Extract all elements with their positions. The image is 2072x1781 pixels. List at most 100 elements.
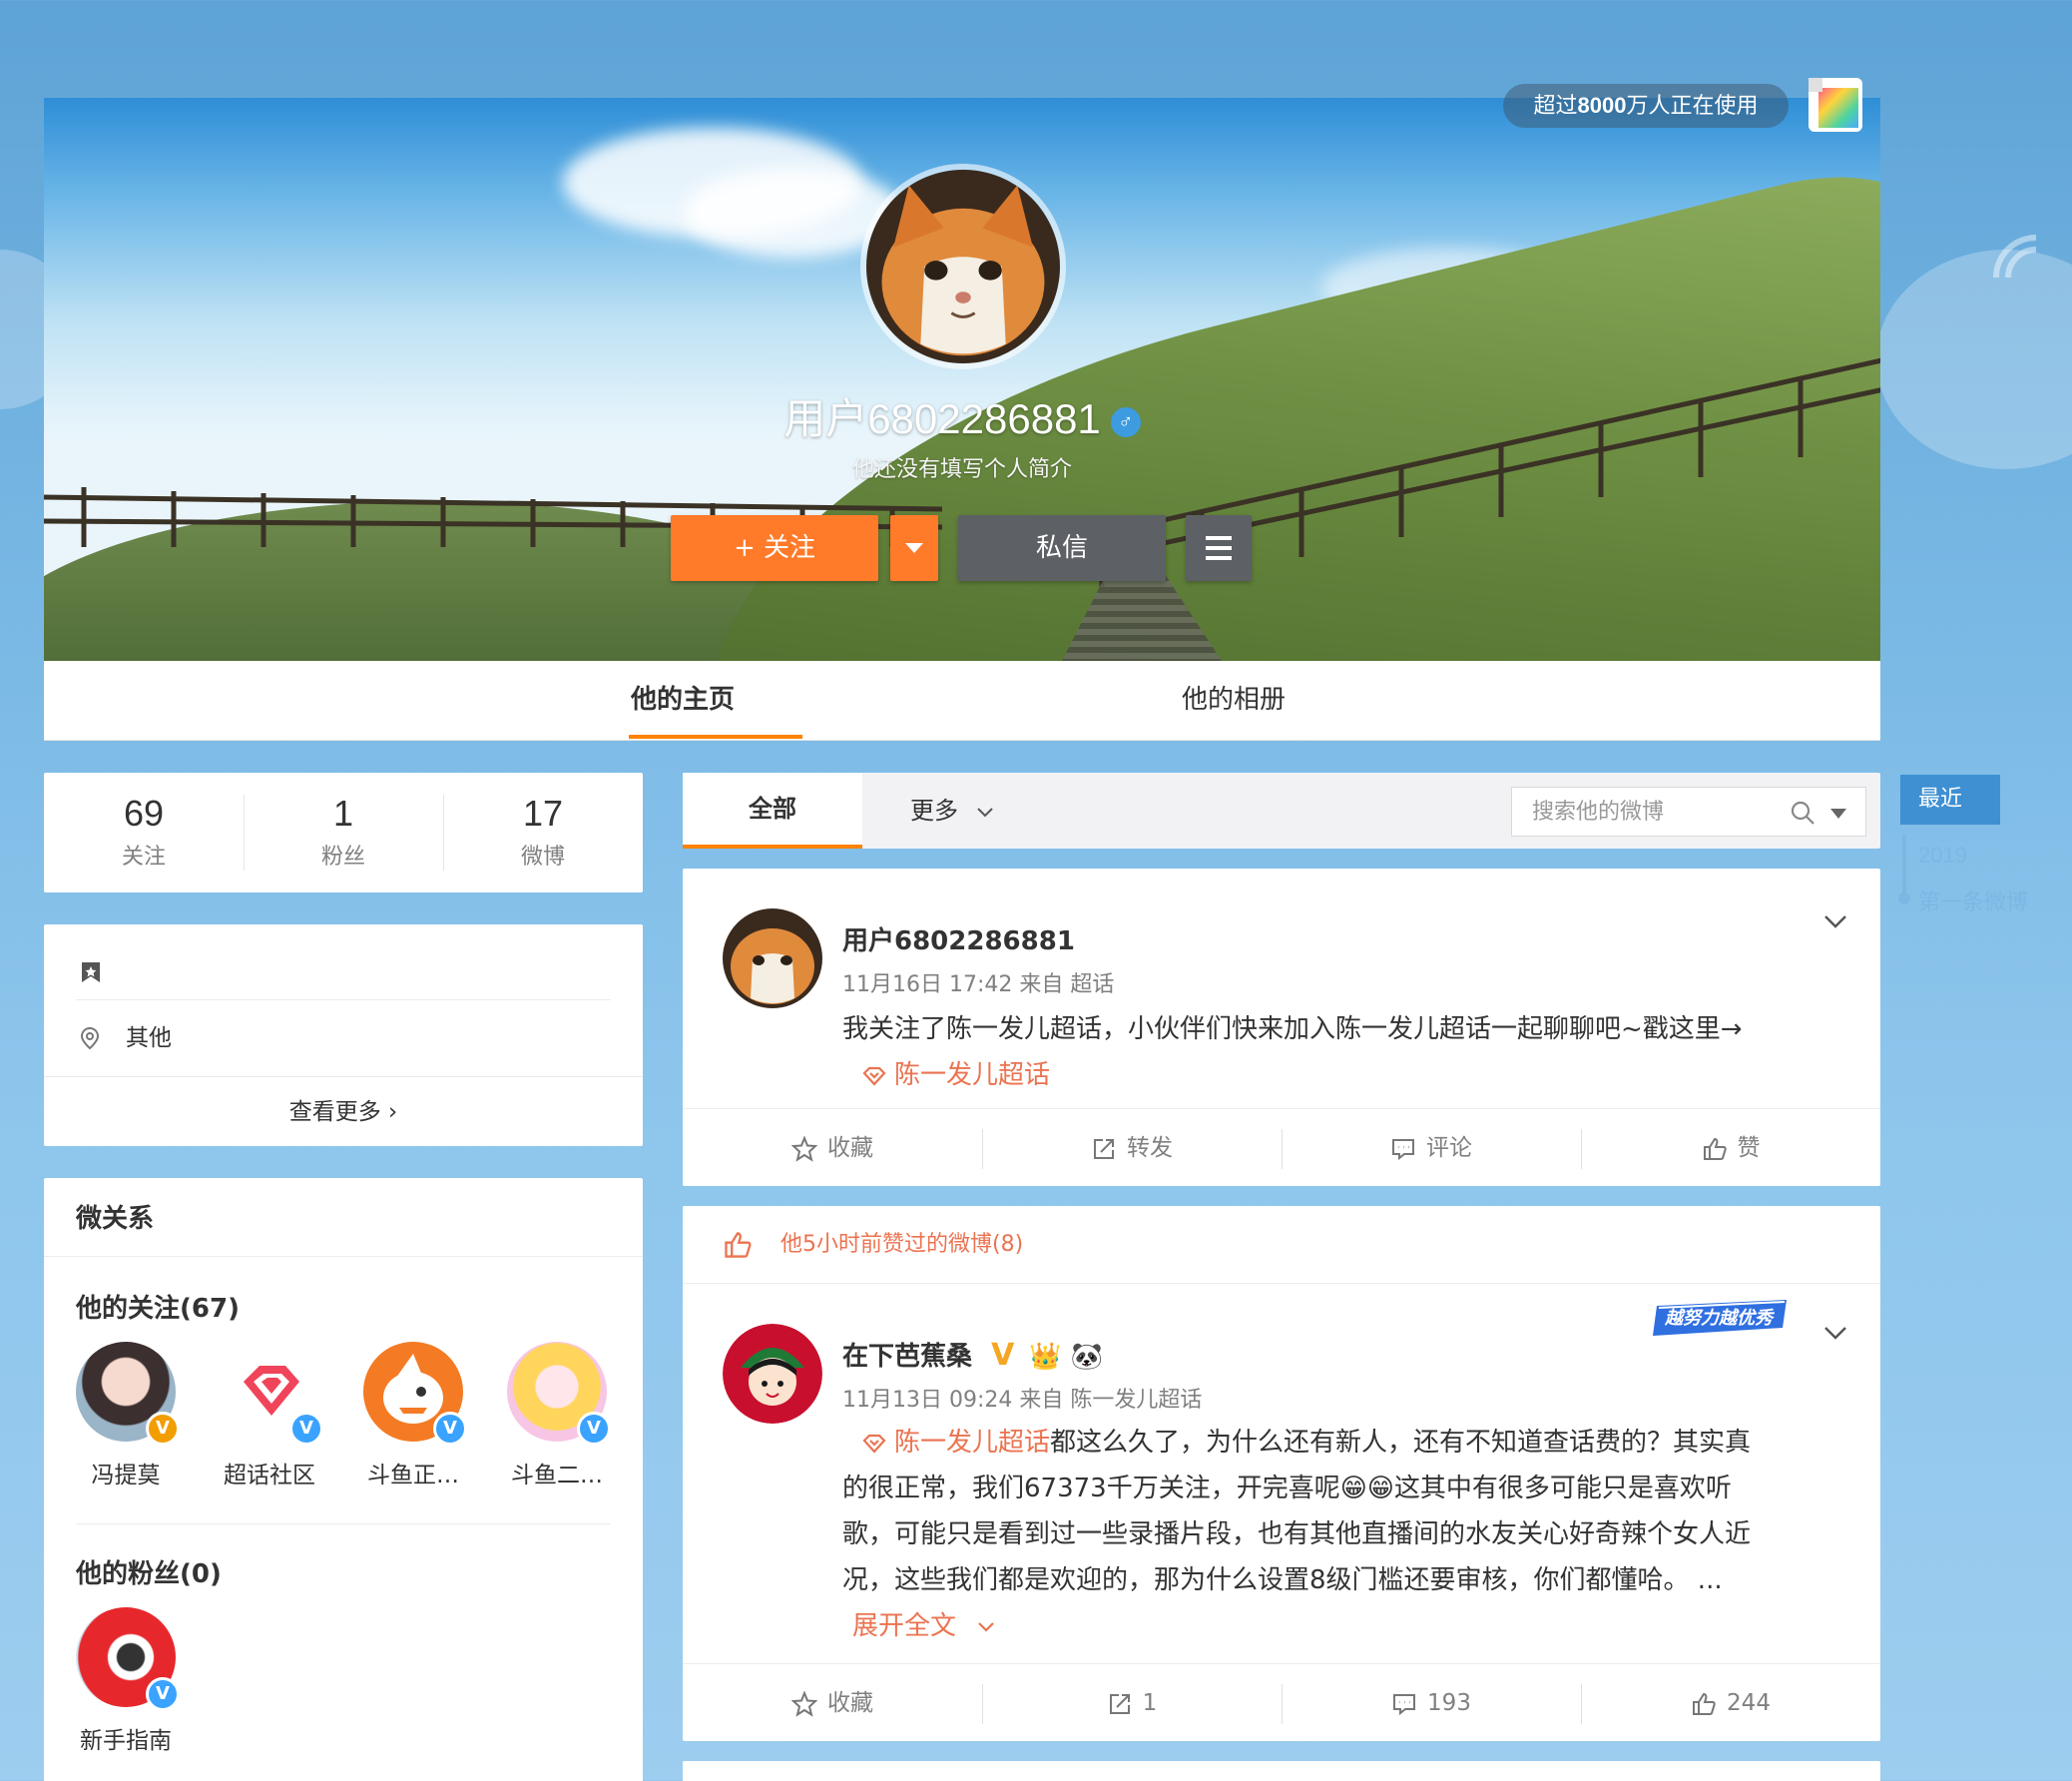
feed-tab-more[interactable]: 更多 — [910, 773, 994, 849]
timeline-first-post[interactable]: 第一条微博 — [1918, 885, 2028, 916]
relations-card: 微关系 他的关注(67) V 冯提莫 V 超话社区 V 斗鱼正… V 斗鱼二… … — [44, 1178, 643, 1781]
panda-icon: 🐼 — [1070, 1342, 1104, 1372]
expand-label: 展开全文 — [852, 1611, 957, 1641]
active-tab-indicator — [629, 735, 802, 739]
stat-following[interactable]: 69 关注 — [44, 793, 244, 871]
male-gender-icon: ♂ — [1110, 406, 1141, 437]
feed-tabs: 全部 更多 — [683, 773, 1880, 849]
thumbs-up-icon — [1693, 1692, 1716, 1715]
following-item[interactable]: V 冯提莫 — [56, 1342, 196, 1489]
search-dropdown-icon[interactable] — [1829, 808, 1847, 820]
verified-badge-icon: V — [577, 1412, 611, 1446]
liked-banner-text[interactable]: 他5小时前赞过的微博(8) — [780, 1206, 1023, 1284]
like-button[interactable]: 赞 — [1581, 1109, 1880, 1187]
expand-full-text-link[interactable]: 展开全文 — [842, 1603, 1840, 1649]
favorite-button[interactable]: 收藏 — [683, 1664, 982, 1742]
post-author[interactable]: 用户6802286881 — [842, 920, 1075, 957]
cartoon-avatar-image — [723, 1324, 822, 1424]
post-text-line: 我关注了陈一发儿超话，小伙伴们快来加入陈一发儿超话一起聊聊吧~戳这里→ — [842, 1014, 1743, 1044]
cat-avatar-image — [866, 170, 1060, 363]
tab-album[interactable]: 他的相册 — [1182, 661, 1286, 741]
chevron-down-icon[interactable] — [1820, 906, 1850, 936]
profile-avatar[interactable] — [860, 164, 1066, 369]
comment-button[interactable]: 评论 — [1282, 1109, 1581, 1187]
search-input[interactable] — [1512, 788, 1772, 836]
verified-v-icon: V — [991, 1338, 1015, 1373]
info-row-level — [76, 944, 611, 1000]
message-button[interactable]: 私信 — [958, 515, 1166, 581]
bookmark-badge-icon — [82, 962, 100, 982]
follow-button[interactable]: + 关注 — [671, 515, 878, 581]
favorite-button[interactable]: 收藏 — [683, 1109, 982, 1187]
timeline-year[interactable]: 2019 — [1918, 843, 1967, 869]
verified-badge-icon: V — [146, 1412, 180, 1446]
stat-label: 微博 — [520, 845, 565, 870]
avatar: V — [507, 1342, 611, 1446]
tab-home[interactable]: 他的主页 — [631, 661, 735, 741]
stats-card: 69 关注 1 粉丝 17 微博 — [44, 773, 643, 892]
repost-button[interactable]: 1 — [982, 1664, 1282, 1742]
timeline-recent[interactable]: 最近 — [1900, 775, 2000, 825]
view-more-link[interactable]: 查看更多 › — [44, 1076, 643, 1146]
post-text-line: 歌，可能只是看到过一些录播片段，也有其他直播间的水友关心好奇辣个女人近 — [842, 1519, 1752, 1549]
super-topic-link[interactable]: 陈一发儿超话 — [842, 1052, 1840, 1098]
liked-banner: 他5小时前赞过的微博(8) — [683, 1206, 1880, 1284]
menu-button[interactable] — [1186, 515, 1252, 581]
timeline-dot — [1898, 892, 1910, 904]
post-author-name: 在下芭蕉桑 — [842, 1342, 973, 1372]
thumbs-up-icon — [725, 1232, 752, 1258]
post-actions: 收藏 转发 评论 赞 — [683, 1108, 1880, 1186]
post-actions: 收藏 1 193 244 — [683, 1663, 1880, 1741]
super-topic-link[interactable]: 陈一发儿超话 — [860, 1428, 1050, 1458]
stat-posts[interactable]: 17 微博 — [443, 793, 643, 871]
comment-label: 评论 — [1426, 1135, 1472, 1161]
follow-dropdown-button[interactable] — [890, 515, 938, 581]
info-card: 其他 查看更多 › — [44, 924, 643, 1146]
post-text: 我关注了陈一发儿超话，小伙伴们快来加入陈一发儿超话一起聊聊吧~戳这里→ 陈一发儿… — [842, 1006, 1840, 1098]
search-icon[interactable] — [1790, 800, 1815, 826]
crown-icon: 👑 — [1029, 1342, 1062, 1372]
super-topic-label: 陈一发儿超话 — [894, 1060, 1051, 1090]
post-avatar[interactable] — [723, 1324, 822, 1424]
following-name: 斗鱼正… — [367, 1463, 459, 1488]
super-topic-icon — [862, 1434, 886, 1454]
super-topic-icon — [862, 1066, 886, 1086]
fan-item[interactable]: V 新手指南 — [56, 1607, 196, 1755]
following-title[interactable]: 他的关注(67) — [76, 1288, 240, 1325]
cat-avatar-image — [723, 908, 822, 1008]
post-avatar[interactable] — [723, 908, 822, 1008]
chevron-down-icon[interactable] — [1820, 1318, 1850, 1348]
feed-tab-more-label: 更多 — [910, 797, 958, 825]
feed-tab-all[interactable]: 全部 — [683, 773, 862, 849]
post-meta: 11月13日 09:24 来自 陈一发儿超话 — [842, 1388, 1203, 1413]
post-text-line: 陈一发儿超话都这么久了，为什么还有新人，还有不知道查话费的？其实真 — [842, 1420, 1840, 1466]
avatar: V — [76, 1607, 180, 1711]
timeline-line — [1902, 835, 1906, 894]
following-item[interactable]: V 斗鱼正… — [343, 1342, 483, 1489]
following-item[interactable]: V 斗鱼二… — [487, 1342, 627, 1489]
hamburger-icon — [1206, 546, 1232, 550]
post-author[interactable]: 在下芭蕉桑 V 👑 🐼 — [842, 1336, 1103, 1373]
stat-label: 关注 — [121, 845, 166, 870]
divider — [76, 1523, 611, 1524]
stat-number: 69 — [123, 793, 165, 834]
stat-fans[interactable]: 1 粉丝 — [244, 793, 443, 871]
divider — [44, 1256, 643, 1257]
following-item[interactable]: V 超话社区 — [200, 1342, 339, 1489]
effort-badge: 越努力越优秀 — [1647, 1298, 1795, 1346]
like-count: 244 — [1727, 1690, 1771, 1716]
star-icon — [790, 1134, 818, 1162]
like-button[interactable]: 244 — [1581, 1664, 1880, 1742]
post-card: 他5小时前赞过的微博(8) 在下芭蕉桑 V 👑 🐼 越努力越优秀 11月13日 … — [683, 1206, 1880, 1741]
comment-icon — [1393, 1693, 1416, 1715]
following-name: 冯提莫 — [91, 1463, 161, 1488]
stat-number: 17 — [522, 793, 564, 834]
skin-template-icon[interactable] — [1807, 76, 1864, 134]
relations-title: 微关系 — [76, 1204, 155, 1234]
avatar: V — [76, 1342, 180, 1446]
repost-button[interactable]: 转发 — [982, 1109, 1282, 1187]
comment-count: 193 — [1427, 1690, 1471, 1716]
fans-title[interactable]: 他的粉丝(0) — [76, 1553, 222, 1590]
comment-button[interactable]: 193 — [1282, 1664, 1581, 1742]
post-text-line: 的很正常，我们67373千万关注，开完喜呢😁😁这其中有很多可能只是喜欢听 — [842, 1474, 1732, 1503]
